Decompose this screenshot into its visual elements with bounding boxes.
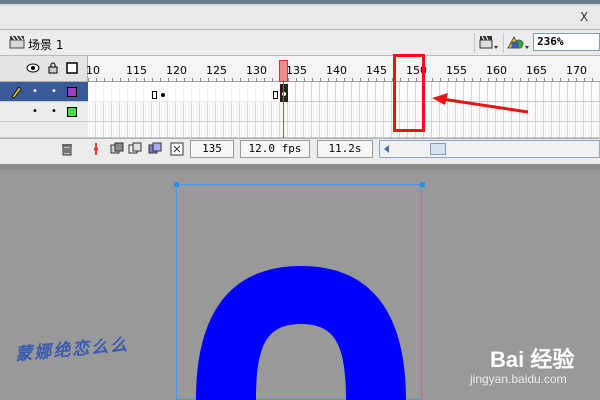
annotation-arrow-icon	[432, 93, 529, 114]
ruler-number: 165	[526, 64, 547, 77]
close-button[interactable]: X	[580, 10, 588, 24]
onion-skin-icon[interactable]	[110, 142, 124, 156]
pencil-icon	[11, 86, 22, 99]
scene-label[interactable]: 场景 1	[28, 36, 63, 53]
ruler-number: 120	[166, 64, 187, 77]
scroll-thumb[interactable]	[430, 143, 446, 155]
layer-row-1[interactable]: • •	[0, 82, 88, 102]
ruler-number: 115	[126, 64, 147, 77]
edit-multiple-frames-icon[interactable]	[148, 142, 162, 156]
modify-onion-markers-icon[interactable]	[170, 142, 184, 156]
ruler-number: 140	[326, 64, 347, 77]
layer-row-empty	[0, 122, 88, 138]
layer-color-swatch[interactable]	[67, 107, 77, 117]
selection-handle[interactable]	[420, 182, 425, 187]
ruler-number: 10	[86, 64, 100, 77]
annotation-highlight-frame-150	[393, 54, 425, 132]
frame-span	[88, 82, 280, 102]
current-frame-field: 135	[190, 140, 234, 158]
keyframe-dot[interactable]	[161, 93, 165, 97]
ruler-number: 135	[286, 64, 307, 77]
ruler-number: 170	[566, 64, 587, 77]
edit-scene-icon	[479, 35, 498, 49]
frame-rate-field[interactable]: 12.0 fps	[240, 140, 310, 158]
layer-color-swatch[interactable]	[67, 87, 77, 97]
eye-icon[interactable]	[26, 63, 40, 73]
onion-skin-outline-icon[interactable]	[128, 142, 142, 156]
zoom-input[interactable]: 236%	[533, 33, 600, 51]
timeline-horizontal-scrollbar[interactable]	[379, 140, 600, 158]
frames-row-empty	[88, 122, 600, 138]
edit-symbol-icon	[507, 35, 529, 49]
lock-dot[interactable]: •	[51, 86, 57, 97]
window-top-strip	[0, 0, 600, 4]
stage-top-border	[0, 164, 600, 170]
playhead-handle[interactable]	[279, 60, 288, 82]
selection-handle[interactable]	[174, 182, 179, 187]
visibility-dot[interactable]: •	[32, 106, 38, 117]
edit-scene-button[interactable]	[474, 33, 500, 53]
outline-icon[interactable]	[66, 62, 78, 74]
ruler-number: 145	[366, 64, 387, 77]
title-bar: X	[0, 0, 600, 30]
visibility-dot[interactable]: •	[32, 86, 38, 97]
layer-header	[0, 56, 88, 82]
watermark-url: jingyan.baidu.com	[470, 372, 567, 386]
watermark-brand: Bai 经验	[490, 347, 575, 372]
blue-arch-shape[interactable]	[196, 266, 406, 400]
keyframe-end-marker[interactable]	[273, 91, 278, 99]
lock-icon[interactable]	[48, 62, 58, 74]
ruler-number: 125	[206, 64, 227, 77]
layer-row-2[interactable]: • •	[0, 102, 88, 122]
ruler-number: 160	[486, 64, 507, 77]
elapsed-time-field: 11.2s	[317, 140, 373, 158]
ruler-number: 130	[246, 64, 267, 77]
lock-dot[interactable]: •	[51, 106, 57, 117]
edit-symbol-button[interactable]	[503, 33, 529, 53]
keyframe-end-marker[interactable]	[152, 91, 157, 99]
scroll-left-icon[interactable]	[382, 144, 392, 154]
ruler-number: 155	[446, 64, 467, 77]
trash-icon[interactable]	[60, 142, 74, 156]
scene-clapper-icon[interactable]	[9, 35, 25, 49]
center-frame-icon[interactable]	[90, 142, 102, 156]
